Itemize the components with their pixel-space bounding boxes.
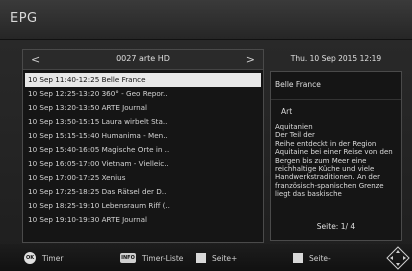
page-down-label: Seite- xyxy=(309,253,331,263)
program-row[interactable]: 10 Sep 18:25-19:10 Lebensraum Riff (.. xyxy=(25,199,261,213)
page-title: EPG xyxy=(10,11,38,26)
header-bar: EPG xyxy=(0,0,412,40)
footer-bar: OK Timer INFO Timer-Liste Seite+ Seite- xyxy=(0,244,412,271)
ok-button-icon: OK xyxy=(24,252,36,264)
program-title: Belle France xyxy=(271,78,401,100)
program-row[interactable]: 10 Sep 17:25-18:25 Das Rätsel der D.. xyxy=(25,185,261,199)
epg-screen: EPG < 0027 arte HD > 10 Sep 11:40-12:25 … xyxy=(0,0,412,271)
timer-list-label: Timer-Liste xyxy=(142,253,184,263)
info-button-icon: INFO xyxy=(120,253,136,263)
program-row[interactable]: 10 Sep 11:40-12:25 Belle France xyxy=(25,73,261,87)
program-row[interactable]: 10 Sep 16:05-17:00 Vietnam - Vielleic.. xyxy=(25,157,261,171)
page-down-square-icon xyxy=(293,253,303,263)
program-row[interactable]: 10 Sep 19:10-19:30 ARTE Journal xyxy=(25,213,261,227)
page-down-button[interactable]: Seite- xyxy=(293,251,331,265)
program-details: Belle France Art Aquitanien Der Teil der R… xyxy=(270,71,402,241)
page-up-square-icon xyxy=(196,253,206,263)
program-category: Art xyxy=(281,107,293,116)
program-list: 10 Sep 11:40-12:25 Belle France 10 Sep 12… xyxy=(25,73,261,227)
directional-pad-icon[interactable] xyxy=(386,246,410,270)
page-up-button[interactable]: Seite+ xyxy=(196,251,237,265)
program-row[interactable]: 10 Sep 13:20-13:50 ARTE Journal xyxy=(25,101,261,115)
program-row[interactable]: 10 Sep 15:15-15:40 Humanima - Men.. xyxy=(25,129,261,143)
channel-selector[interactable]: < 0027 arte HD > xyxy=(23,50,263,70)
timer-button[interactable]: OK Timer xyxy=(24,251,63,265)
channel-name: 0027 arte HD xyxy=(116,54,170,63)
program-row[interactable]: 10 Sep 15:40-16:05 Magische Orte in .. xyxy=(25,143,261,157)
program-row[interactable]: 10 Sep 12:25-13:20 360° - Geo Repor.. xyxy=(25,87,261,101)
program-row[interactable]: 10 Sep 13:50-15:15 Laura wirbelt Sta.. xyxy=(25,115,261,129)
program-row[interactable]: 10 Sep 17:00-17:25 Xenius xyxy=(25,171,261,185)
next-channel-icon[interactable]: > xyxy=(246,53,255,66)
page-up-label: Seite+ xyxy=(212,253,238,263)
info-panel: Thu. 10 Sep 2015 12:19 Belle France Art … xyxy=(270,49,402,243)
page-indicator: Seite: 1/ 4 xyxy=(316,222,356,231)
timer-label: Timer xyxy=(42,253,64,263)
program-description: Aquitanien Der Teil der Reihe entdeckt in … xyxy=(275,123,393,199)
program-panel: < 0027 arte HD > 10 Sep 11:40-12:25 Bell… xyxy=(22,49,264,243)
current-datetime: Thu. 10 Sep 2015 12:19 xyxy=(290,54,382,63)
timer-list-button[interactable]: INFO Timer-Liste xyxy=(120,251,183,265)
